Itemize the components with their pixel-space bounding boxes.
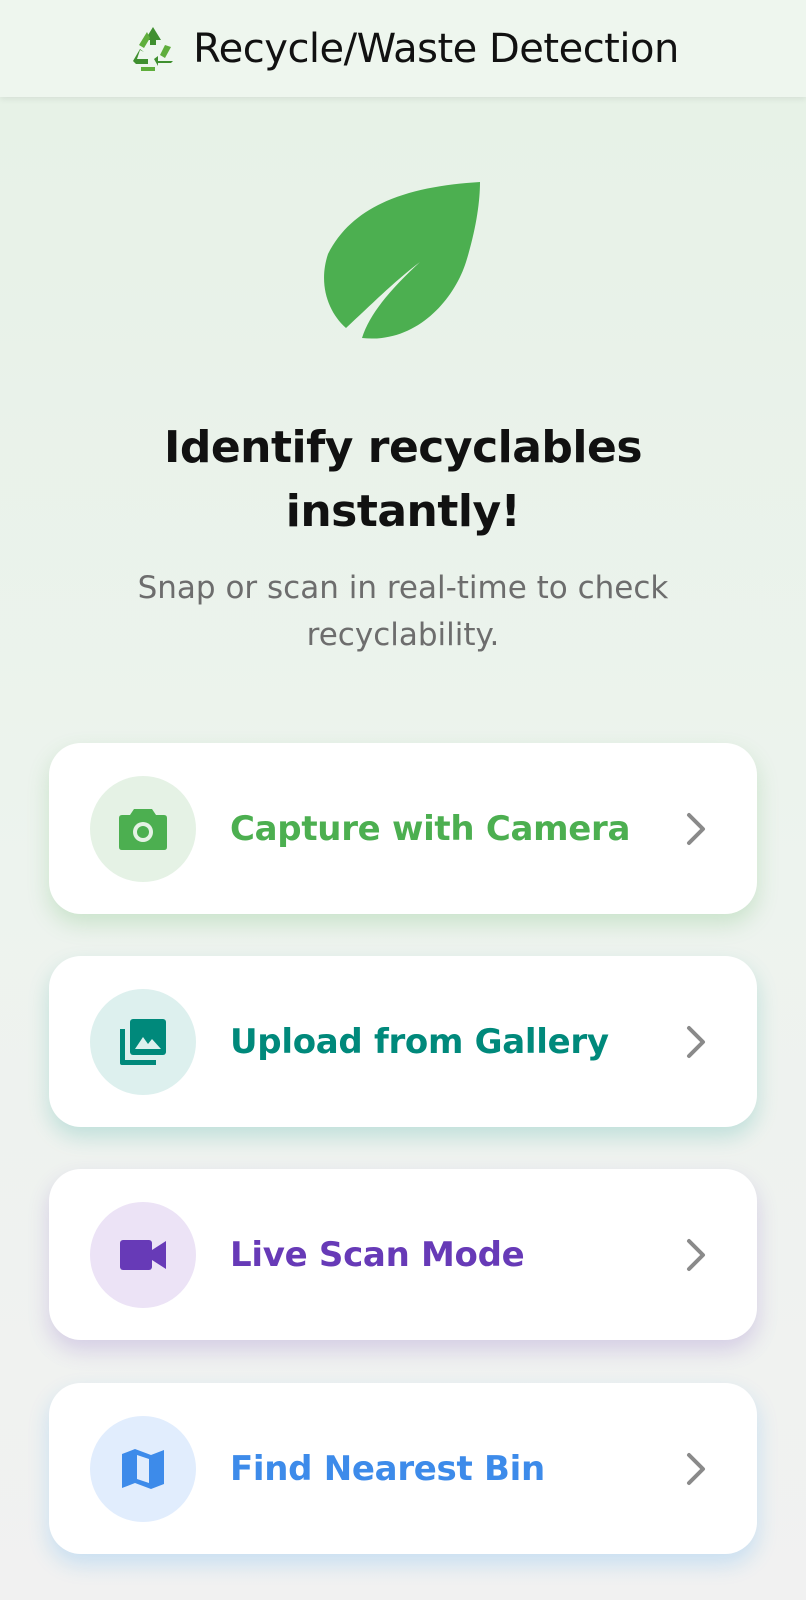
leaf-icon bbox=[324, 182, 480, 339]
app-title: Recycle/Waste Detection bbox=[193, 25, 679, 72]
video-camera-icon bbox=[120, 1239, 166, 1270]
find-nearest-bin-button[interactable]: Find Nearest Bin bbox=[49, 1383, 757, 1554]
capture-with-camera-label: Capture with Camera bbox=[230, 808, 631, 849]
camera-icon bbox=[119, 808, 167, 850]
find-nearest-bin-label: Find Nearest Bin bbox=[230, 1448, 545, 1489]
upload-from-gallery-button[interactable]: Upload from Gallery bbox=[49, 956, 757, 1127]
map-icon-badge bbox=[90, 1415, 196, 1522]
chevron-right-icon bbox=[687, 1238, 705, 1271]
live-scan-mode-label: Live Scan Mode bbox=[230, 1234, 525, 1275]
video-camera-icon-badge bbox=[90, 1201, 196, 1308]
chevron-right-icon bbox=[687, 1025, 705, 1058]
live-scan-mode-button[interactable]: Live Scan Mode bbox=[49, 1169, 757, 1340]
camera-icon-badge bbox=[90, 775, 196, 882]
headline: Identify recyclables instantly! bbox=[0, 416, 806, 544]
chevron-right-icon bbox=[687, 812, 705, 845]
gallery-icon bbox=[120, 1018, 166, 1065]
chevron-right-icon bbox=[687, 1452, 705, 1485]
subtitle: Snap or scan in real-time to check recyc… bbox=[137, 570, 669, 653]
recycle-icon bbox=[133, 26, 174, 71]
capture-with-camera-button[interactable]: Capture with Camera bbox=[49, 743, 757, 914]
upload-from-gallery-label: Upload from Gallery bbox=[230, 1021, 609, 1062]
app-bar: Recycle/Waste Detection bbox=[0, 0, 806, 97]
gallery-icon-badge bbox=[90, 988, 196, 1095]
headline-text: Identify recyclables instantly! bbox=[163, 422, 643, 537]
map-icon bbox=[122, 1448, 164, 1489]
